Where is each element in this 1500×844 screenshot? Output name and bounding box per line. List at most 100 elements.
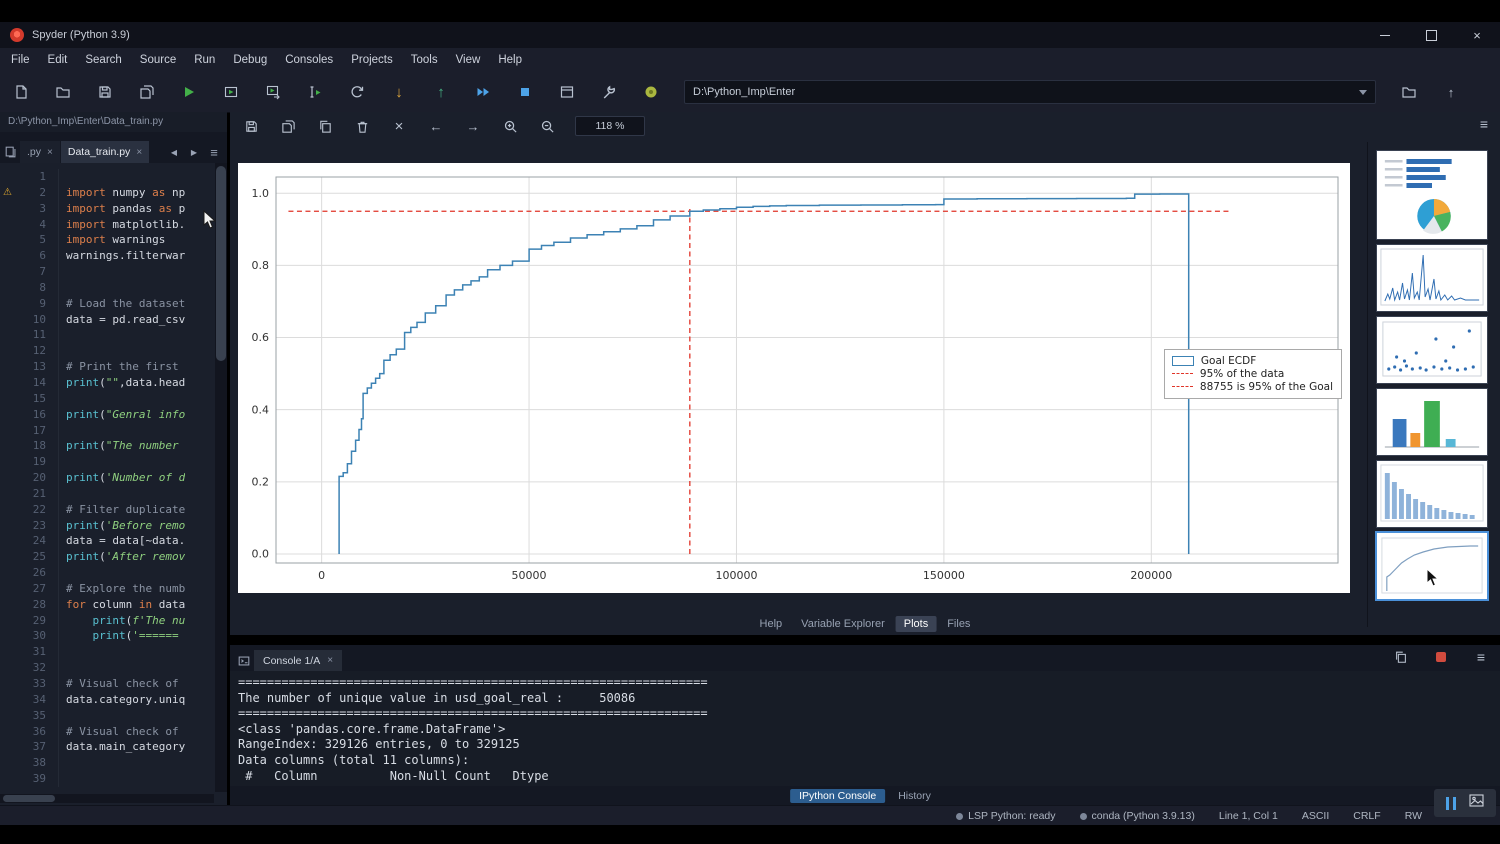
console-output[interactable]: ========================================…	[238, 675, 1494, 786]
dock-tab-files[interactable]: Files	[939, 616, 978, 632]
dock-tab-variable-explorer[interactable]: Variable Explorer	[793, 616, 893, 632]
menu-item-tools[interactable]: Tools	[402, 48, 447, 72]
remove-all-plots-icon[interactable]: ×	[390, 117, 408, 135]
next-plot-icon[interactable]: →	[464, 117, 482, 135]
code-line: 38	[0, 755, 214, 771]
menu-item-projects[interactable]: Projects	[342, 48, 402, 72]
editor-vertical-scrollbar[interactable]	[215, 163, 227, 792]
bottom-tab-history[interactable]: History	[889, 789, 940, 803]
plot-thumbnail-bar-chart[interactable]	[1376, 388, 1488, 456]
legend-swatch	[1172, 356, 1194, 366]
close-button[interactable]: ×	[1454, 22, 1500, 48]
menu-item-edit[interactable]: Edit	[39, 48, 77, 72]
editor-options-menu-icon[interactable]: ≡	[205, 141, 223, 163]
zoom-level-field[interactable]: 118 %	[575, 116, 645, 136]
code-line: 26	[0, 565, 214, 581]
menu-item-run[interactable]: Run	[185, 48, 224, 72]
step-return-icon[interactable]: ↑	[432, 83, 450, 101]
line-number: 19	[0, 454, 59, 470]
save-icon[interactable]	[96, 83, 114, 101]
pause-icon[interactable]	[1446, 797, 1456, 810]
save-plot-icon[interactable]	[242, 117, 260, 135]
dock-tab-plots[interactable]: Plots	[896, 616, 936, 632]
zoom-out-icon[interactable]	[538, 117, 556, 135]
console-line: The number of unique value in usd_goal_r…	[238, 691, 1494, 707]
menu-item-file[interactable]: File	[2, 48, 39, 72]
close-tab-icon[interactable]: ×	[136, 147, 142, 158]
menu-item-search[interactable]: Search	[76, 48, 130, 72]
stop-debugging-icon[interactable]	[516, 83, 534, 101]
code-text: data.main_category	[59, 739, 185, 755]
console-tab[interactable]: Console 1/A ×	[254, 650, 342, 671]
maximize-pane-icon[interactable]	[558, 83, 576, 101]
editor-tab-Data_train-py[interactable]: Data_train.py×	[61, 141, 149, 163]
svg-text:0.4: 0.4	[252, 403, 270, 416]
browse-directory-icon[interactable]	[1400, 83, 1418, 101]
run-cell-advance-icon[interactable]	[264, 83, 282, 101]
new-file-icon[interactable]	[12, 83, 30, 101]
save-all-plots-icon[interactable]	[279, 117, 297, 135]
previous-plot-icon[interactable]: ←	[427, 117, 445, 135]
plot-thumbnail-bars-and-pie[interactable]	[1376, 150, 1488, 240]
menu-item-view[interactable]: View	[447, 48, 490, 72]
warning-icon: ⚠	[3, 185, 12, 201]
screenshot-icon[interactable]	[1469, 794, 1484, 812]
plot-thumbnail-ecdf-curve[interactable]	[1375, 531, 1489, 601]
menu-item-consoles[interactable]: Consoles	[276, 48, 342, 72]
code-text	[59, 660, 66, 676]
editor-horizontal-scrollbar[interactable]	[0, 794, 214, 803]
status-label: RW	[1405, 810, 1422, 822]
open-file-icon[interactable]	[54, 83, 72, 101]
line-number: 22	[0, 502, 59, 518]
code-area[interactable]: 12⚠import numpy as np3import pandas as p…	[0, 163, 214, 792]
minimize-icon	[1380, 35, 1390, 36]
editor-tab--py[interactable]: .py×	[20, 141, 60, 163]
interrupt-kernel-icon[interactable]	[1432, 648, 1450, 666]
editor-tabbar: .py×Data_train.py× ◀ ▶ ≡	[0, 132, 227, 163]
maximize-button[interactable]	[1408, 22, 1454, 48]
zoom-in-icon[interactable]	[501, 117, 519, 135]
remove-plot-icon[interactable]	[353, 117, 371, 135]
step-into-icon[interactable]: ↓	[390, 83, 408, 101]
working-directory-input[interactable]: D:\Python_Imp\Enter	[684, 80, 1376, 104]
python-env-icon[interactable]	[642, 83, 660, 101]
plots-options-menu-icon[interactable]: ≡	[1480, 116, 1488, 132]
minimize-button[interactable]	[1362, 22, 1408, 48]
save-all-icon[interactable]	[138, 83, 156, 101]
parent-directory-icon[interactable]: ↑	[1442, 83, 1460, 101]
browse-tabs-icon[interactable]	[2, 141, 20, 163]
recorder-overlay	[1434, 789, 1496, 817]
continue-execution-icon[interactable]	[474, 83, 492, 101]
console-copy-icon[interactable]	[1392, 648, 1410, 666]
console-options-menu-icon[interactable]: ≡	[1472, 648, 1490, 666]
menu-item-debug[interactable]: Debug	[224, 48, 276, 72]
plot-thumbnail-decaying-bars[interactable]	[1376, 460, 1488, 528]
copy-plot-icon[interactable]	[316, 117, 334, 135]
scrollbar-thumb[interactable]	[216, 166, 226, 361]
line-number: 17	[0, 423, 59, 439]
code-text	[59, 169, 66, 185]
rerun-cell-icon[interactable]	[348, 83, 366, 101]
menu-item-source[interactable]: Source	[131, 48, 185, 72]
preferences-wrench-icon[interactable]	[600, 83, 618, 101]
close-console-icon[interactable]: ×	[327, 655, 333, 666]
bottom-tab-ipython-console[interactable]: IPython Console	[790, 789, 885, 803]
code-line: 11	[0, 327, 214, 343]
menu-item-help[interactable]: Help	[489, 48, 531, 72]
dock-tab-help[interactable]: Help	[752, 616, 791, 632]
plot-thumbnail-scatter[interactable]	[1376, 316, 1488, 384]
close-tab-icon[interactable]: ×	[47, 147, 53, 158]
run-cell-icon[interactable]	[222, 83, 240, 101]
code-line: 36# Visual check of	[0, 724, 214, 740]
code-text: print("Genral info	[59, 407, 185, 423]
plot-thumbnail-spiky-line[interactable]	[1376, 244, 1488, 312]
code-line: 34data.category.uniq	[0, 692, 214, 708]
console-pane-icon[interactable]	[234, 650, 254, 671]
chevron-down-icon[interactable]	[1359, 90, 1367, 95]
run-file-icon[interactable]	[180, 83, 198, 101]
previous-tab-icon[interactable]: ◀	[165, 141, 183, 163]
thumbnail-divider	[1367, 142, 1368, 627]
scrollbar-thumb[interactable]	[3, 795, 55, 802]
next-tab-icon[interactable]: ▶	[185, 141, 203, 163]
run-selection-icon[interactable]	[306, 83, 324, 101]
